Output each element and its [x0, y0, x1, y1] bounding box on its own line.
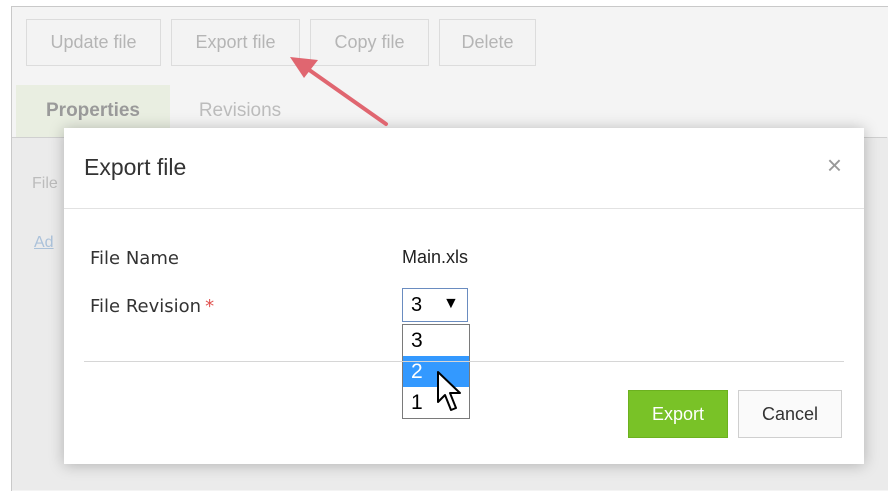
- export-button[interactable]: Export: [628, 390, 728, 438]
- close-icon[interactable]: ×: [827, 152, 842, 178]
- update-file-button[interactable]: Update file: [26, 19, 161, 66]
- file-name-label: File Name: [90, 248, 179, 269]
- revision-select-value: 3: [411, 293, 423, 316]
- dialog-header: Export file ×: [64, 128, 864, 209]
- copy-file-button[interactable]: Copy file: [310, 19, 429, 66]
- delete-button[interactable]: Delete: [439, 19, 536, 66]
- cancel-button[interactable]: Cancel: [738, 390, 842, 438]
- revision-option-3[interactable]: 3: [403, 325, 469, 356]
- export-file-button[interactable]: Export file: [171, 19, 300, 66]
- chevron-down-icon: ▼: [443, 295, 459, 312]
- dialog-title: Export file: [84, 154, 187, 180]
- mouse-pointer-icon: [437, 371, 461, 411]
- dialog-divider: [84, 361, 844, 362]
- file-name-value: Main.xls: [402, 247, 469, 267]
- file-revision-label-text: File Revision: [90, 296, 202, 317]
- required-marker: *: [205, 296, 215, 317]
- revision-select[interactable]: 3 ▼: [402, 288, 468, 322]
- file-revision-label: File Revision *: [90, 296, 214, 317]
